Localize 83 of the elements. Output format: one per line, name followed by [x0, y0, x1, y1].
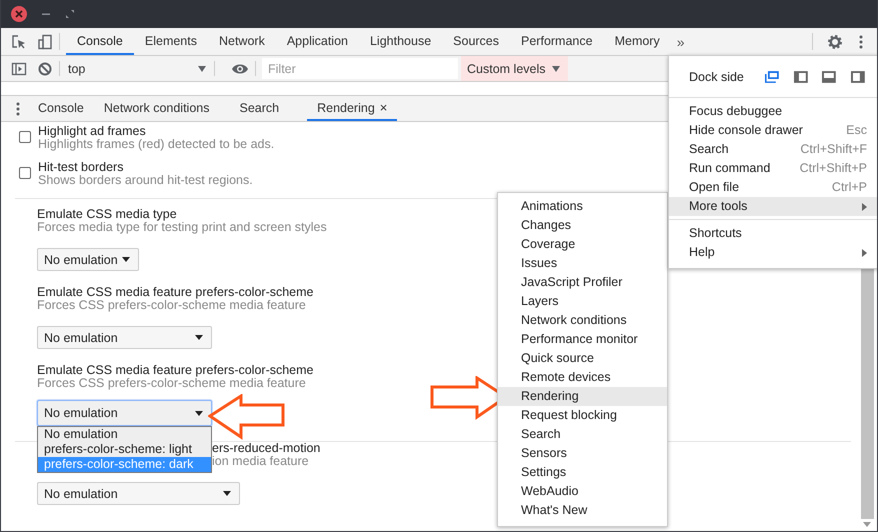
caret-icon — [122, 257, 130, 262]
menu-item[interactable]: Rendering — [498, 387, 667, 406]
setting-title: Emulate CSS media type — [37, 208, 177, 221]
filter-field[interactable]: Filter — [262, 58, 458, 79]
panel-tab[interactable]: Performance — [510, 28, 604, 55]
emulation-select[interactable]: No emulation — [37, 400, 212, 426]
menu-item[interactable]: Animations — [498, 197, 667, 216]
menu-item[interactable]: Search — [498, 425, 667, 444]
device-icon[interactable] — [37, 34, 53, 50]
panel-tab[interactable]: Memory — [604, 28, 671, 55]
setting-description: Highlights frames (red) detected to be ads. — [38, 138, 274, 151]
menu-item[interactable]: What's New — [498, 501, 667, 520]
caret-icon — [198, 66, 206, 72]
sidebar-icon[interactable] — [11, 60, 27, 76]
clear-icon[interactable] — [37, 60, 53, 76]
undock-icon[interactable] — [764, 70, 780, 84]
dock-left-icon[interactable] — [792, 70, 808, 84]
menu-item[interactable]: WebAudio — [498, 482, 667, 501]
emulation-select[interactable]: No emulation — [37, 482, 240, 505]
setting-title: ers-reduced-motion — [212, 442, 320, 455]
menu-item[interactable]: Coverage — [498, 235, 667, 254]
panel-tab[interactable]: Application — [276, 28, 359, 55]
drawer-tab[interactable]: Network conditions — [94, 96, 230, 121]
caret-icon — [195, 410, 203, 416]
menu-item[interactable]: Request blocking — [498, 406, 667, 425]
close-tab-button[interactable]: × — [380, 100, 388, 115]
dock-right-icon[interactable] — [850, 70, 866, 84]
caret-icon — [552, 66, 560, 72]
emulation-select[interactable]: No emulation — [37, 248, 139, 271]
setting-description: Shows borders around hit-test regions. — [38, 174, 253, 187]
menu-item[interactable]: Sensors — [498, 444, 667, 463]
panel-tab[interactable]: Network — [208, 28, 276, 55]
menu-item[interactable]: Shortcuts — [669, 224, 877, 243]
more-options-icon[interactable] — [859, 34, 863, 48]
menu-item[interactable]: Performance monitor — [498, 330, 667, 349]
menu-item[interactable]: JavaScript Profiler — [498, 273, 667, 292]
select-option[interactable]: No emulation — [38, 427, 211, 442]
dock-side-label: Dock side — [689, 70, 744, 84]
checkbox[interactable] — [19, 167, 31, 179]
context-select[interactable]: top — [66, 56, 208, 81]
inspect-icon[interactable] — [11, 34, 27, 50]
setting-description: ion media feature — [212, 455, 309, 468]
close-icon[interactable] — [11, 6, 27, 22]
setting-title: Emulate CSS media feature prefers-color-scheme — [37, 286, 314, 299]
menu-item[interactable]: Help — [669, 243, 877, 262]
setting-description: Forces CSS prefers-color-scheme media feature — [37, 377, 306, 390]
dock-bottom-icon[interactable] — [821, 70, 838, 84]
menu-item[interactable]: Settings — [498, 463, 667, 482]
settings-icon[interactable] — [827, 34, 843, 50]
setting-title: Highlight ad frames — [38, 125, 146, 138]
panel-tab[interactable]: Sources — [442, 28, 510, 55]
menu-item[interactable]: Network conditions — [498, 311, 667, 330]
menu-item[interactable]: Hide console drawer Esc — [669, 121, 877, 140]
menu-item[interactable]: Quick source — [498, 349, 667, 368]
menu-item[interactable]: Run command Ctrl+Shift+P — [669, 159, 877, 178]
menu-item[interactable]: Layers — [498, 292, 667, 311]
setting-title: Emulate CSS media feature prefers-color-scheme — [37, 364, 314, 377]
menu-item[interactable]: Remote devices — [498, 368, 667, 387]
setting-description: Forces media type for testing print and screen styles — [37, 221, 327, 234]
levels-dropdown[interactable]: Custom levels — [461, 56, 568, 81]
menu-item[interactable]: Changes — [498, 216, 667, 235]
more-tabs-button[interactable]: » — [676, 34, 685, 50]
maximize-icon[interactable] — [65, 9, 75, 19]
checkbox[interactable] — [19, 131, 31, 143]
panel-tab[interactable]: Elements — [134, 28, 208, 55]
menu-item[interactable]: Focus debuggee — [669, 102, 877, 121]
select-option[interactable]: prefers-color-scheme: light — [38, 442, 211, 457]
caret-icon — [195, 335, 203, 340]
menu-item[interactable]: Issues — [498, 254, 667, 273]
setting-title: Hit-test borders — [38, 161, 124, 174]
panel-tab[interactable]: Lighthouse — [358, 28, 442, 55]
menu-item[interactable]: Search Ctrl+Shift+F — [669, 140, 877, 159]
drawer-tab[interactable]: Search — [229, 96, 308, 121]
emulation-select[interactable]: No emulation — [37, 326, 212, 349]
drawer-tab[interactable]: Rendering × — [307, 96, 398, 121]
drawer-tab[interactable]: Console — [28, 96, 94, 121]
menu-item[interactable]: Open file Ctrl+P — [669, 178, 877, 197]
scroll-down-icon[interactable] — [863, 522, 871, 527]
more-options-icon[interactable] — [16, 102, 20, 116]
eye-icon[interactable] — [231, 62, 249, 74]
caret-icon — [223, 491, 231, 496]
setting-description: Forces CSS prefers-color-scheme media feature — [37, 299, 306, 312]
menu-item[interactable]: More tools — [669, 197, 877, 216]
